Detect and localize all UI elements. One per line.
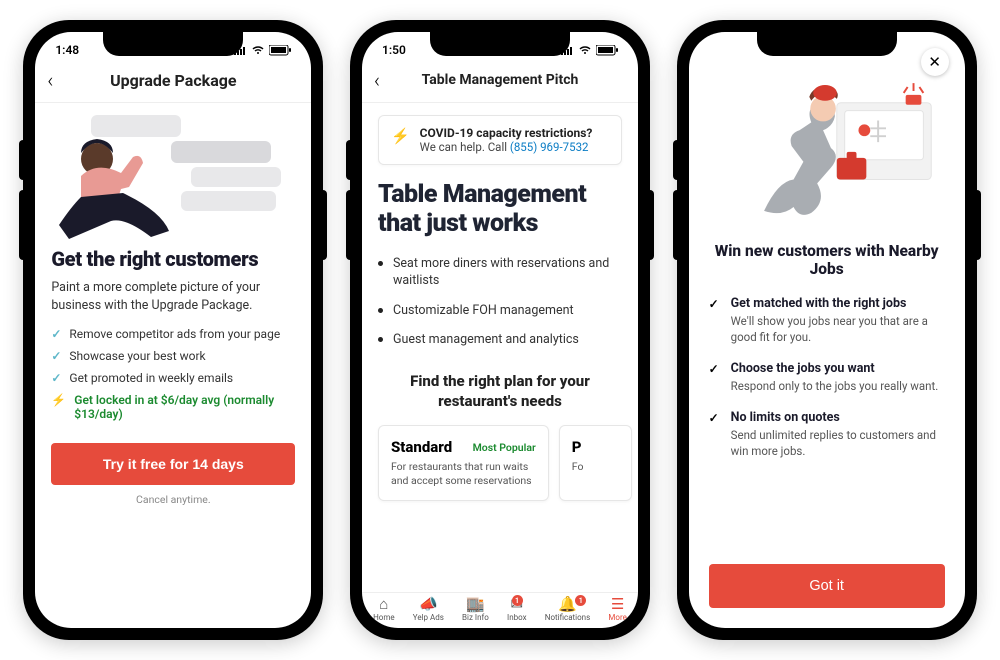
badge: 1 [512,595,523,606]
page-title: Upgrade Package [67,71,279,90]
headline: Get the right customers [51,247,295,271]
promo-item: ⚡Get locked in at $6/day avg (normally $… [51,393,295,421]
status-time: 1:50 [382,43,406,57]
phone-table-management: 1:50 ‹ Table Management Pitch ⚡ COVID-19… [350,20,650,640]
status-time: 1:48 [55,43,79,57]
battery-icon [596,45,618,56]
check-icon: ✓ [51,371,61,385]
plan-desc: Fo [572,460,619,474]
cancel-note: Cancel anytime. [51,493,295,506]
tab-yelp-ads[interactable]: 📣Yelp Ads [413,597,444,622]
plan-desc: For restaurants that run waits and accep… [391,460,536,488]
benefit-desc: Respond only to the jobs you really want… [731,378,945,394]
back-button[interactable]: ‹ [47,68,67,92]
plan-name: Standard [391,438,452,456]
benefit-title: Choose the jobs you want [731,361,945,376]
headline: Table Management that just works [378,181,622,239]
benefit-item: Choose the jobs you want Respond only to… [709,361,945,394]
benefit-desc: Send unlimited replies to customers and … [731,427,945,459]
home-icon: ⌂ [379,597,388,612]
check-icon: ✓ [51,349,61,363]
phone-nearby-jobs: ✕ [677,20,977,640]
megaphone-icon: 📣 [419,597,438,612]
bolt-icon: ⚡ [391,127,410,145]
phone-link[interactable]: (855) 969-7532 [510,140,589,154]
tab-home[interactable]: ⌂Home [373,597,395,622]
benefit-title: Get matched with the right jobs [731,296,945,311]
covid-sub: We can help. Call (855) 969-7532 [420,140,593,154]
plan-card-scroller[interactable]: Standard Most Popular For restaurants th… [378,425,622,501]
bullet-item: Guest management and analytics [378,331,622,349]
menu-icon: ☰ [611,597,624,612]
covid-title: COVID-19 capacity restrictions? [420,126,593,140]
headline: Win new customers with Nearby Jobs [709,242,945,278]
back-button[interactable]: ‹ [374,68,394,92]
wifi-icon [578,45,592,55]
bullet-item: Customizable FOH management [378,302,622,320]
storefront-icon: 🏬 [466,597,485,612]
tab-biz-info[interactable]: 🏬Biz Info [462,597,489,622]
person-sitting [51,131,181,241]
tab-inbox[interactable]: ✉1Inbox [507,597,527,622]
wifi-icon [251,45,265,55]
benefit-desc: We'll show you jobs near you that are a … [731,313,945,345]
feature-item: ✓Remove competitor ads from your page [51,327,295,341]
tab-bar: ⌂Home 📣Yelp Ads 🏬Biz Info ✉1Inbox 🔔1Noti… [362,592,638,628]
illustration-worker-running [709,62,945,232]
battery-icon [269,45,291,56]
try-free-button[interactable]: Try it free for 14 days [51,443,295,485]
feature-item: ✓Showcase your best work [51,349,295,363]
covid-banner[interactable]: ⚡ COVID-19 capacity restrictions? We can… [378,115,622,165]
plan-heading: Find the right plan for your restaurant'… [378,371,622,412]
sub-text: Paint a more complete picture of your bu… [51,279,295,315]
benefit-item: No limits on quotes Send unlimited repli… [709,410,945,459]
plan-card-standard[interactable]: Standard Most Popular For restaurants th… [378,425,549,501]
feature-item: ✓Get promoted in weekly emails [51,371,295,385]
plan-name: P [572,438,582,456]
close-button[interactable]: ✕ [921,48,949,76]
page-title: Table Management Pitch [394,72,606,88]
phone-upgrade-package: 1:48 ‹ Upgrade Package [23,20,323,640]
benefit-item: Get matched with the right jobs We'll sh… [709,296,945,345]
badge: 1 [575,595,586,606]
got-it-button[interactable]: Got it [709,564,945,608]
check-icon: ✓ [51,327,61,341]
tab-more[interactable]: ☰More [608,597,626,622]
plan-card-peek[interactable]: P Fo [559,425,632,501]
tab-notifications[interactable]: 🔔1Notifications [545,597,590,622]
benefit-title: No limits on quotes [731,410,945,425]
bell-icon: 🔔 [558,597,577,612]
bullet-item: Seat more diners with reservations and w… [378,255,622,290]
illustration-person-ui [51,111,295,241]
bolt-icon: ⚡ [51,393,66,407]
plan-tag: Most Popular [473,441,536,454]
